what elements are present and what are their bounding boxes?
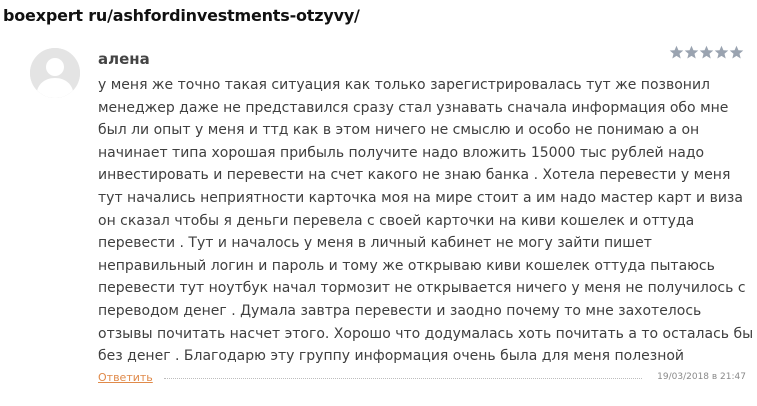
star-icon	[714, 45, 729, 59]
avatar	[30, 48, 80, 98]
comment-line: перевести тут ноутбук начал тормозит не …	[98, 280, 746, 297]
comment-footer: Ответить 19/03/2018 в 21:47	[98, 371, 746, 387]
reply-link[interactable]: Ответить	[98, 371, 153, 384]
star-rating	[669, 45, 744, 60]
comment-text: у меня же точно такая ситуация как тольк…	[98, 74, 754, 368]
comment-line: отзывы почитать насчет этого. Хорошо что…	[98, 325, 754, 342]
comment-line: начинает типа хорошая прибыль получите н…	[98, 144, 705, 161]
comment-author: алена	[98, 50, 150, 68]
comment-line: переводом денег . Думала завтра перевест…	[98, 302, 702, 319]
comment-line: тут начались неприятности карточка моя н…	[98, 189, 743, 206]
star-icon	[684, 45, 699, 59]
comment-line: он сказал чтобы я деньги перевела с свое…	[98, 212, 695, 229]
divider	[164, 378, 642, 379]
star-icon	[669, 45, 684, 59]
comment-line: неправильный логин и пароль и тому же от…	[98, 257, 715, 274]
star-icon	[729, 45, 744, 59]
star-icon	[699, 45, 714, 59]
comment-line: у меня же точно такая ситуация как тольк…	[98, 77, 710, 93]
comment-line: менеджер даже не представился сразу стал…	[98, 99, 729, 116]
user-silhouette-icon	[30, 48, 80, 98]
comment-line: был ли опыт у меня и ттд как в этом ниче…	[98, 122, 700, 139]
comment-line: перевести . Тут и началось у меня в личн…	[98, 235, 652, 252]
comment-line: инвестировать и перевести на счет какого…	[98, 167, 731, 184]
site-url: boexpert ru/ashfordinvestments-otzyvy/	[3, 6, 360, 25]
comment-timestamp: 19/03/2018 в 21:47	[657, 372, 746, 382]
comment-line: без денег . Благодарю эту группу информа…	[98, 348, 685, 365]
